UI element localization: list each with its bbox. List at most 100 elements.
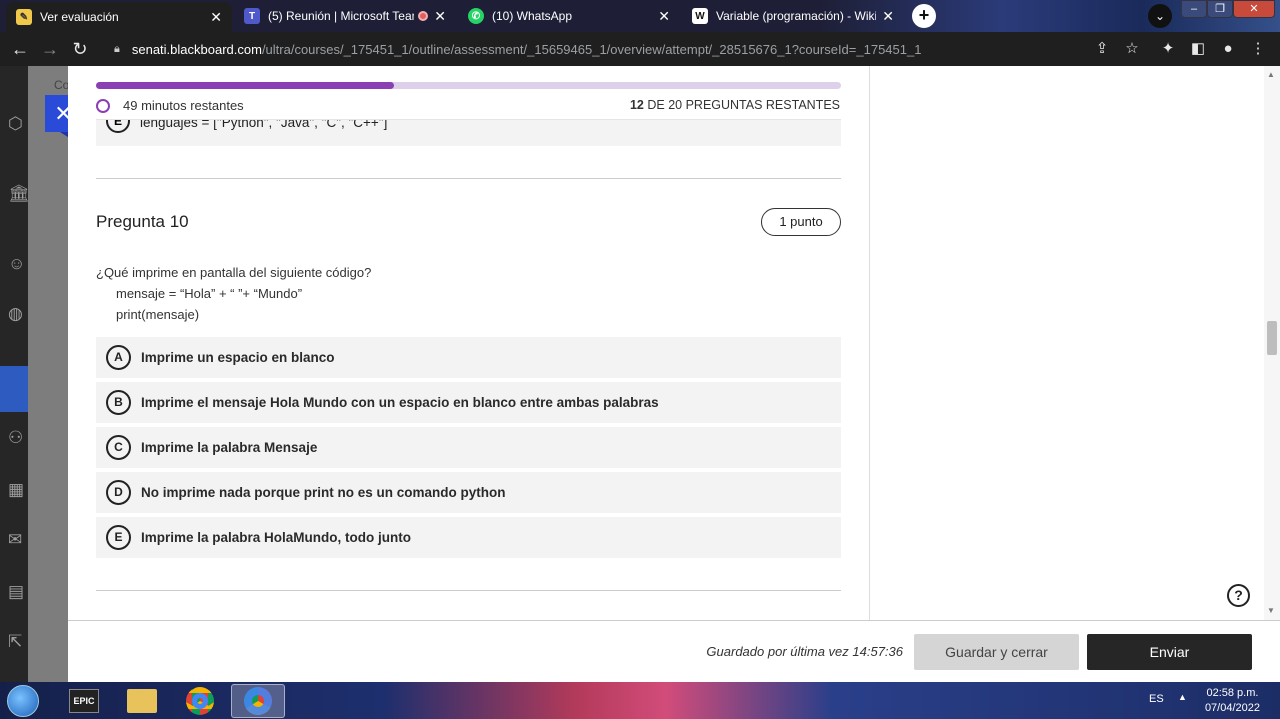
questions-remaining: 12 DE 20 PREGUNTAS RESTANTES xyxy=(630,98,840,112)
option-d[interactable]: D No imprime nada porque print no es un … xyxy=(96,472,841,513)
whatsapp-favicon-icon: ✆ xyxy=(468,8,484,24)
assessment-footer: Guardado por última vez 14:57:36 Guardar… xyxy=(68,620,1280,682)
file-explorer-icon[interactable] xyxy=(115,684,169,718)
extensions-icon[interactable]: ✦ xyxy=(1156,37,1180,61)
profile-icon[interactable]: ☺ xyxy=(8,254,28,276)
option-text: No imprime nada porque print no es un co… xyxy=(141,485,506,500)
option-letter: E xyxy=(106,525,131,550)
tab-search-icon[interactable]: ⌄ xyxy=(1148,4,1172,28)
tab-teams[interactable]: T (5) Reunión | Microsoft Teams ✕ xyxy=(234,2,456,30)
close-tab-icon[interactable]: ✕ xyxy=(658,8,670,25)
scroll-up-icon[interactable]: ▲ xyxy=(1267,70,1275,79)
wikipedia-favicon-icon: W xyxy=(692,8,708,24)
tab-title: Ver evaluación xyxy=(40,10,119,24)
assessment-panel: 49 minutos restantes 12 DE 20 PREGUNTAS … xyxy=(68,66,1280,620)
back-icon[interactable]: ← xyxy=(8,37,32,61)
option-text: Imprime la palabra HolaMundo, todo junto xyxy=(141,530,412,545)
option-e[interactable]: E Imprime la palabra HolaMundo, todo jun… xyxy=(96,517,841,558)
bookmark-star-icon[interactable]: ☆ xyxy=(1120,37,1144,61)
close-tab-icon[interactable]: ✕ xyxy=(210,9,222,26)
page-dim-overlay xyxy=(28,66,68,682)
previous-question-option-e[interactable]: E lenguajes = ["Python", "Java", "C", "C… xyxy=(96,119,841,146)
grades-icon[interactable]: ▤ xyxy=(8,582,28,604)
question-prompt: ¿Qué imprime en pantalla del siguiente c… xyxy=(96,265,372,280)
side-panel-icon[interactable]: ◧ xyxy=(1186,37,1210,61)
reload-icon[interactable]: ↻ xyxy=(68,37,92,61)
tab-wikipedia[interactable]: W Variable (programación) - Wikipedia ✕ xyxy=(682,2,904,30)
blackboard-favicon-icon: ✎ xyxy=(16,9,32,25)
code-line: mensaje = “Hola” + “ ”+ “Mundo” xyxy=(116,286,303,301)
groups-icon[interactable]: ⚇ xyxy=(8,428,28,450)
language-indicator[interactable]: ES xyxy=(1149,693,1164,705)
tab-whatsapp[interactable]: ✆ (10) WhatsApp ✕ xyxy=(458,2,680,30)
option-letter: B xyxy=(106,390,131,415)
tab-title: Variable (programación) - Wikipedia xyxy=(716,9,877,23)
option-letter: D xyxy=(106,480,131,505)
close-window-icon[interactable]: ✕ xyxy=(1233,0,1275,18)
messages-icon[interactable]: ✉ xyxy=(8,530,28,552)
epic-games-label: EPIC xyxy=(69,689,99,713)
epic-games-icon[interactable]: EPIC xyxy=(57,684,111,718)
institution-icon[interactable]: 🏛︎ xyxy=(8,184,30,206)
menu-icon[interactable]: ⋮ xyxy=(1246,37,1270,61)
clock-time: 02:58 p.m. xyxy=(1206,687,1259,699)
option-letter: E xyxy=(106,120,130,133)
courses-icon[interactable] xyxy=(0,366,28,412)
tab-title: (5) Reunión | Microsoft Teams xyxy=(268,9,415,23)
calendar-icon[interactable]: ▦ xyxy=(8,480,28,502)
tab-title: (10) WhatsApp xyxy=(492,9,573,23)
option-text: lenguajes = ["Python", "Java", "C", "C++… xyxy=(140,119,388,130)
option-text: Imprime un espacio en blanco xyxy=(141,350,335,365)
question-title: Pregunta 10 xyxy=(96,212,189,231)
minimize-icon[interactable]: – xyxy=(1181,0,1207,18)
share-icon[interactable]: ⇪ xyxy=(1090,37,1114,61)
url-host: senati.blackboard.com xyxy=(131,41,262,57)
close-tab-icon[interactable]: ✕ xyxy=(434,8,446,25)
option-c[interactable]: C Imprime la palabra Mensaje xyxy=(96,427,841,468)
section-divider xyxy=(96,590,841,591)
hexagon-icon[interactable]: ⬡ xyxy=(8,114,28,136)
progress-bar xyxy=(96,82,841,89)
forward-icon[interactable]: → xyxy=(38,37,62,61)
tab-ver-evaluacion[interactable]: ✎ Ver evaluación ✕ xyxy=(6,2,232,32)
section-divider xyxy=(96,178,841,179)
close-tab-icon[interactable]: ✕ xyxy=(882,8,894,25)
address-bar[interactable]: 🔒︎ senati.blackboard.com/ultra/courses/_… xyxy=(100,35,1150,63)
points-badge: 1 punto xyxy=(761,208,841,236)
chrome-icon[interactable] xyxy=(173,684,227,718)
recording-icon xyxy=(418,11,429,21)
save-and-close-button[interactable]: Guardar y cerrar xyxy=(914,634,1079,670)
time-remaining-text: 49 minutos restantes xyxy=(123,98,244,113)
code-line: print(mensaje) xyxy=(116,307,200,322)
browser-tabstrip: ✎ Ver evaluación ✕ T (5) Reunión | Micro… xyxy=(0,0,1280,32)
maximize-icon[interactable]: ❐ xyxy=(1207,0,1233,18)
left-nav-rail: ⬡ 🏛︎ ☺ ◍ ⚇ ▦ ✉ ▤ ⇱ xyxy=(0,66,30,682)
option-text: Imprime la palabra Mensaje xyxy=(141,440,318,455)
lock-icon: 🔒︎ xyxy=(114,42,120,55)
option-letter: A xyxy=(106,345,131,370)
help-icon[interactable]: ? xyxy=(1227,584,1250,607)
option-b[interactable]: B Imprime el mensaje Hola Mundo con un e… xyxy=(96,382,841,423)
questions-remaining-count: 12 xyxy=(629,98,644,112)
option-text: Imprime el mensaje Hola Mundo con un esp… xyxy=(141,395,659,410)
tools-icon[interactable]: ⇱ xyxy=(8,632,28,654)
submit-button[interactable]: Enviar xyxy=(1087,634,1252,670)
chrome-active-icon[interactable] xyxy=(231,684,285,718)
question-column: 49 minutos restantes 12 DE 20 PREGUNTAS … xyxy=(68,66,870,620)
start-button-icon[interactable] xyxy=(7,685,39,717)
browser-toolbar: ← → ↻ 🔒︎ senati.blackboard.com/ultra/cou… xyxy=(0,32,1280,66)
answer-options: A Imprime un espacio en blanco B Imprime… xyxy=(96,337,841,562)
globe-icon[interactable]: ◍ xyxy=(8,304,28,326)
question-text: ¿Qué imprime en pantalla del siguiente c… xyxy=(96,262,371,325)
scrollbar[interactable]: ▲ ▼ xyxy=(1264,66,1280,620)
windows-taskbar: EPIC ES ▲ 02:58 p.m. 07/04/2022 xyxy=(0,682,1280,719)
tray-expand-icon[interactable]: ▲ xyxy=(1178,692,1187,702)
new-tab-button[interactable]: + xyxy=(912,4,936,28)
scroll-down-icon[interactable]: ▼ xyxy=(1267,606,1275,615)
progress-fill xyxy=(96,82,394,89)
option-a[interactable]: A Imprime un espacio en blanco xyxy=(96,337,841,378)
scrollbar-thumb[interactable] xyxy=(1267,321,1277,355)
clock[interactable]: 02:58 p.m. 07/04/2022 xyxy=(1205,686,1260,716)
profile-avatar-icon[interactable]: ● xyxy=(1216,37,1240,61)
teams-favicon-icon: T xyxy=(244,8,260,24)
